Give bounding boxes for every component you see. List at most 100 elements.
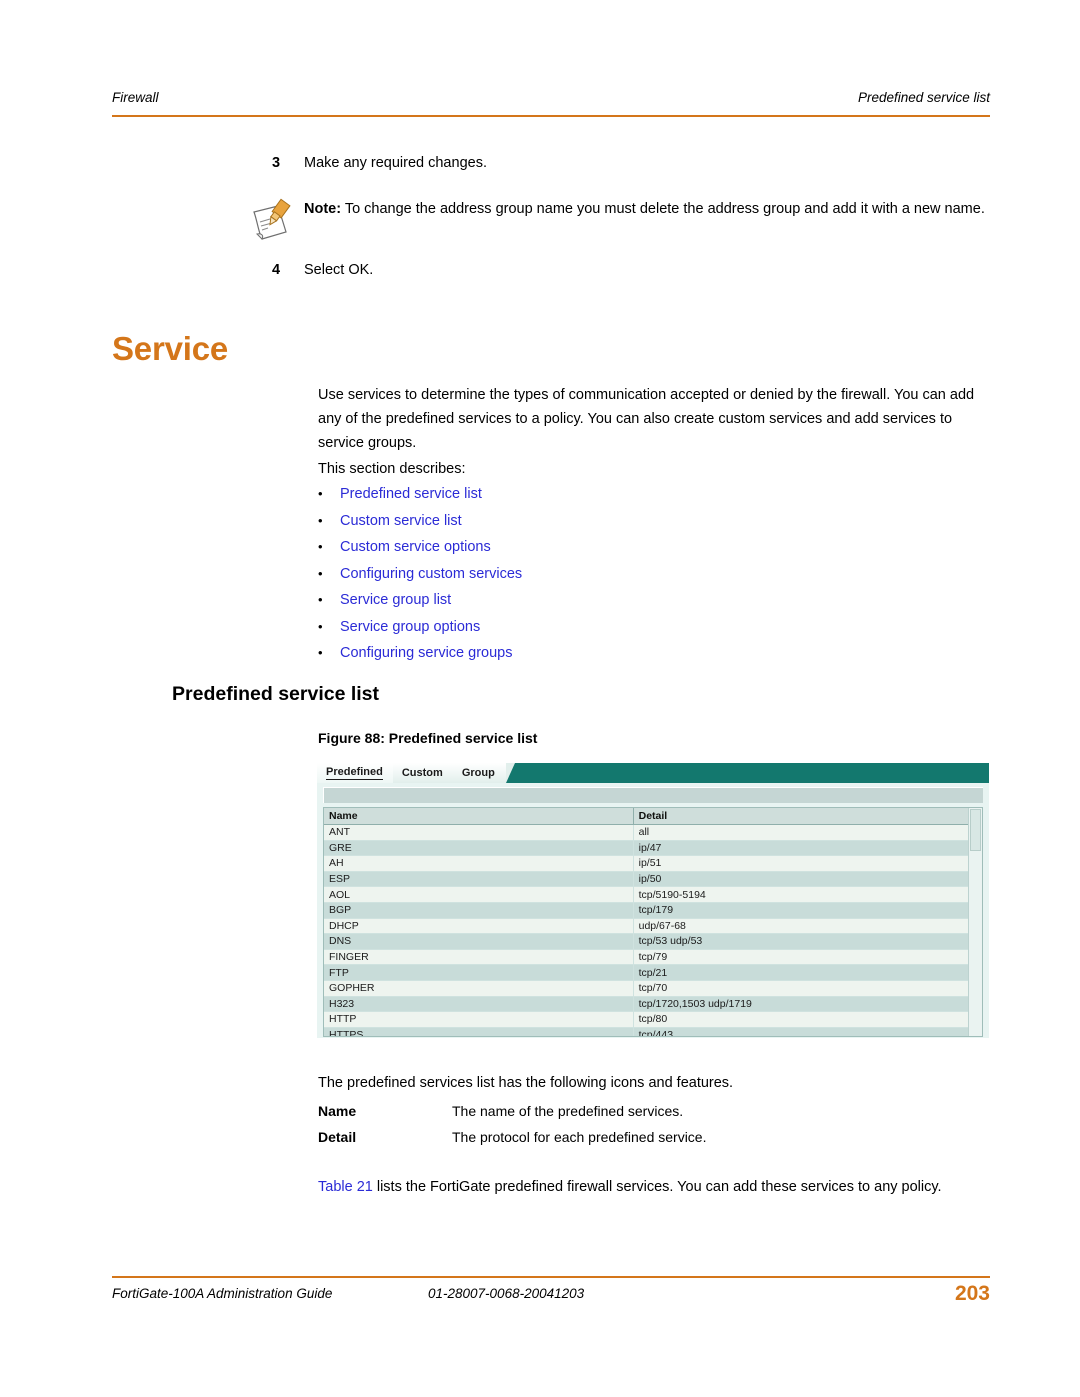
table-row[interactable]: AH ip/51	[324, 855, 968, 872]
definition-row-detail: Detail The protocol for each predefined …	[318, 1124, 990, 1150]
cell-detail: tcp/70	[632, 980, 968, 997]
bullet-icon: •	[318, 512, 323, 528]
table-row[interactable]: AOL tcp/5190-5194	[324, 886, 968, 903]
footer-page-number: 203	[954, 1282, 990, 1305]
cell-name: BGP	[324, 902, 634, 919]
predefined-service-table: Name Detail ANT all GRE ip/47 AH ip/51 E…	[324, 808, 968, 1036]
table-reference-paragraph: Table 21 lists the FortiGate predefined …	[318, 1175, 994, 1199]
cell-detail: ip/50	[632, 871, 968, 888]
list-item[interactable]: • Service group options	[318, 619, 522, 646]
tab-group[interactable]: Group	[452, 763, 515, 783]
link-configuring-service-groups[interactable]: Configuring service groups	[340, 645, 512, 661]
procedure-step-3: 3 Make any required changes.	[262, 153, 962, 173]
tab-label: Predefined	[326, 766, 383, 780]
cell-detail: tcp/1720,1503 udp/1719	[632, 996, 968, 1013]
bullet-icon: •	[318, 486, 323, 501]
section-heading: Service	[112, 330, 229, 367]
definition-term: Name	[318, 1103, 357, 1119]
link-table-21[interactable]: Table 21	[318, 1179, 373, 1195]
cell-detail: all	[632, 824, 968, 841]
table-row[interactable]: GRE ip/47	[324, 840, 968, 857]
definition-description: The name of the predefined services.	[452, 1103, 684, 1119]
link-configuring-custom-services[interactable]: Configuring custom services	[340, 566, 522, 582]
table-row[interactable]: HTTPS tcp/443	[324, 1027, 968, 1036]
link-service-group-options[interactable]: Service group options	[340, 619, 480, 635]
cell-detail: ip/47	[632, 840, 968, 857]
table-row[interactable]: DNS tcp/53 udp/53	[324, 933, 968, 950]
list-item[interactable]: • Service group list	[318, 592, 522, 619]
vertical-scrollbar[interactable]	[968, 808, 982, 1036]
service-grid-wrapper: Name Detail ANT all GRE ip/47 AH ip/51 E…	[323, 807, 983, 1037]
table-header-row: Name Detail	[324, 808, 968, 825]
link-predefined-service-list[interactable]: Predefined service list	[340, 486, 482, 502]
cell-detail: tcp/53 udp/53	[632, 933, 968, 950]
note-pencil-icon	[248, 196, 304, 249]
running-footer: FortiGate-100A Administration Guide 01-2…	[112, 1282, 990, 1308]
cell-name: AOL	[324, 886, 634, 903]
column-header-detail[interactable]: Detail	[632, 808, 968, 825]
cell-name: HTTPS	[324, 1027, 634, 1036]
bullet-icon: •	[318, 592, 323, 607]
cell-detail: tcp/179	[632, 902, 968, 919]
link-service-group-list[interactable]: Service group list	[340, 592, 451, 608]
step-number: 3	[272, 155, 281, 171]
procedure-step-4: 4 Select OK.	[262, 260, 962, 280]
table-row[interactable]: HTTP tcp/80	[324, 1011, 968, 1028]
table-row[interactable]: GOPHER tcp/70	[324, 980, 968, 997]
cell-name: FTP	[324, 964, 634, 981]
table-row[interactable]: DHCP udp/67-68	[324, 918, 968, 935]
table-row[interactable]: FTP tcp/21	[324, 964, 968, 981]
table-row[interactable]: ANT all	[324, 824, 968, 841]
bullet-icon: •	[318, 645, 323, 660]
bullet-icon: •	[318, 539, 323, 554]
cell-detail: tcp/443	[632, 1027, 968, 1036]
cell-name: DNS	[324, 933, 634, 950]
footer-guide-title: FortiGate-100A Administration Guide	[112, 1286, 333, 1301]
table-row[interactable]: ESP ip/50	[324, 871, 968, 888]
list-item[interactable]: • Predefined service list	[318, 486, 522, 513]
tab-label: Group	[461, 767, 495, 779]
definition-row-name: Name The name of the predefined services…	[318, 1098, 990, 1124]
icons-features-paragraph: The predefined services list has the fol…	[318, 1074, 734, 1091]
cell-name: DHCP	[324, 918, 634, 935]
cell-name: ESP	[324, 871, 634, 888]
figure-caption: Figure 88: Predefined service list	[318, 730, 538, 746]
cell-detail: tcp/79	[632, 949, 968, 966]
cell-name: HTTP	[324, 1011, 634, 1028]
footer-rule	[112, 1276, 990, 1278]
toolbar-strip	[323, 787, 983, 803]
cell-name: ANT	[324, 824, 634, 841]
list-item[interactable]: • Custom service list	[318, 513, 522, 540]
intro-paragraph: Use services to determine the types of c…	[318, 387, 975, 451]
header-section: Predefined service list	[857, 90, 990, 105]
tab-predefined[interactable]: Predefined	[317, 763, 403, 783]
describes-paragraph: This section describes:	[318, 461, 466, 477]
bullet-icon: •	[318, 565, 323, 581]
note-body-text: To change the address group name you mus…	[341, 201, 985, 217]
list-item[interactable]: • Configuring custom services	[318, 566, 522, 593]
column-header-name[interactable]: Name	[324, 808, 634, 825]
cell-detail: ip/51	[632, 855, 968, 872]
table-row[interactable]: H323 tcp/1720,1503 udp/1719	[324, 996, 968, 1013]
step-number: 4	[272, 262, 281, 278]
step-text: Make any required changes.	[304, 155, 487, 171]
list-item[interactable]: • Custom service options	[318, 539, 522, 566]
note-text: Note: To change the address group name y…	[304, 196, 990, 220]
link-custom-service-list[interactable]: Custom service list	[340, 513, 462, 529]
header-chapter: Firewall	[112, 90, 159, 105]
note-block: Note: To change the address group name y…	[248, 196, 990, 249]
table-row[interactable]: BGP tcp/179	[324, 902, 968, 919]
tab-bar: Predefined Custom Group	[317, 763, 989, 783]
scrollbar-thumb[interactable]	[970, 809, 981, 851]
list-item[interactable]: • Configuring service groups	[318, 645, 522, 672]
running-header: Firewall Predefined service list	[112, 90, 990, 105]
tab-label: Custom	[401, 767, 443, 779]
figure-predefined-service-list: Predefined Custom Group Name Detail ANT …	[317, 763, 989, 1038]
document-page: Firewall Predefined service list 3 Make …	[0, 0, 1080, 1397]
header-rule	[112, 115, 990, 117]
tab-custom[interactable]: Custom	[392, 763, 463, 783]
section-link-list: • Predefined service list • Custom servi…	[318, 486, 522, 672]
definition-description: The protocol for each predefined service…	[452, 1129, 707, 1145]
link-custom-service-options[interactable]: Custom service options	[340, 539, 491, 555]
table-row[interactable]: FINGER tcp/79	[324, 949, 968, 966]
